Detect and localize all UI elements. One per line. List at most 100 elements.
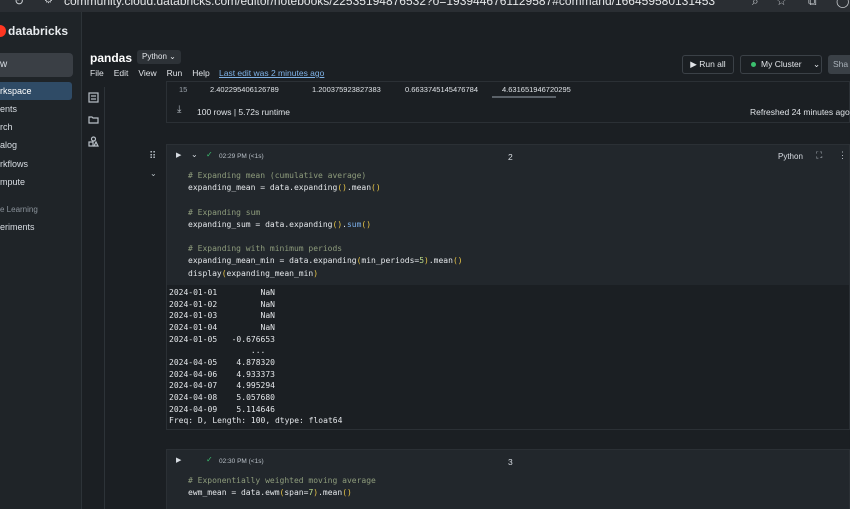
code-token: (): [337, 183, 347, 193]
code-token: (): [371, 183, 381, 193]
profile-icon[interactable]: ◯: [836, 0, 849, 8]
code-line: expanding_mean = data.expanding().mean(): [188, 182, 849, 194]
output-line: 2024-04-09 5.114646: [169, 404, 275, 414]
collapse-chevron-icon[interactable]: ⌄: [150, 169, 157, 178]
output-line: 2024-01-03 NaN: [169, 311, 275, 321]
rows-info: 100 rows | 5.72s runtime: [197, 107, 290, 117]
cell-language-label[interactable]: Python: [778, 152, 803, 161]
output-line: 2024-04-08 5.057680: [169, 392, 275, 402]
code-editor[interactable]: # Expanding mean (cumulative average) exp…: [167, 167, 849, 281]
sidebar-item-catalog[interactable]: alog: [0, 136, 72, 154]
code-token: (): [452, 256, 463, 266]
run-options-chevron-icon[interactable]: ⌄: [191, 150, 198, 159]
sidebar-item-workflows[interactable]: rkflows: [0, 155, 72, 173]
code-token: min_periods=: [361, 256, 420, 266]
output-line: 2024-04-07 4.995294: [169, 381, 275, 391]
run-all-label: Run all: [699, 59, 726, 69]
databricks-logo[interactable]: databricks: [0, 22, 68, 40]
share-button[interactable]: Sha: [828, 55, 850, 74]
code-token: span=: [284, 488, 309, 498]
folder-icon[interactable]: [88, 114, 99, 125]
cell-run-time: 02:29 PM (<1s): [219, 153, 264, 160]
code-token: (): [342, 488, 352, 498]
code-editor[interactable]: # Exponentially weighted moving average e…: [167, 472, 849, 509]
menu-run[interactable]: Run: [167, 68, 183, 78]
sidebar-item-workspace[interactable]: rkspace: [0, 82, 72, 100]
more-options-icon[interactable]: ⋮: [838, 150, 847, 161]
language-selector[interactable]: Python ⌄: [137, 50, 181, 64]
run-all-button[interactable]: ▶ Run all: [682, 55, 734, 74]
sidebar-item-recents[interactable]: ents: [0, 100, 72, 118]
extensions-icon[interactable]: ⧉: [808, 0, 817, 9]
code-token: expanding_mean_min: [226, 268, 314, 278]
reload-icon[interactable]: ↻: [14, 0, 24, 8]
code-cell-2[interactable]: ▶ ⌄ ✓ 02:29 PM (<1s) 2 Python ⛶ ⋮ # Expa…: [166, 144, 850, 430]
search-icon[interactable]: ⌕: [752, 0, 759, 9]
notebook-area: 15 2.402295406126789 1.200375923827383 0…: [106, 81, 850, 509]
menu-view[interactable]: View: [138, 68, 156, 78]
code-token: sum: [346, 219, 362, 229]
run-cell-icon[interactable]: ▶: [176, 456, 181, 464]
expand-icon[interactable]: ⛶: [816, 150, 822, 161]
output-line: Freq: D, Length: 100, dtype: float64: [169, 416, 343, 426]
play-icon: ▶: [690, 59, 697, 69]
notebook-side-rail: [82, 87, 105, 509]
success-check-icon: ✓: [206, 150, 213, 159]
cell-toolbar: ▶ ✓ 02:30 PM (<1s) 3: [167, 450, 849, 472]
menu-file[interactable]: File: [90, 68, 104, 78]
code-token: # Exponentially weighted moving average: [188, 476, 376, 485]
notebook-menu: File Edit View Run Help: [90, 68, 210, 78]
language-label: Python: [142, 52, 167, 61]
site-settings-icon[interactable]: ⚙: [44, 0, 53, 6]
menu-edit[interactable]: Edit: [114, 68, 129, 78]
download-icon[interactable]: ⤓: [177, 104, 181, 115]
code-line: # Exponentially weighted moving average: [188, 475, 849, 487]
code-token: display: [188, 268, 222, 278]
horizontal-scrollbar[interactable]: [492, 96, 556, 98]
output-line: 2024-04-05 4.878320: [169, 357, 275, 367]
address-bar[interactable]: community.cloud.databricks.com/editor/no…: [64, 0, 715, 8]
code-token: # Expanding with minimum periods: [188, 244, 343, 254]
code-line: # Expanding sum: [188, 207, 849, 219]
code-token: expanding_sum = data.expanding: [188, 219, 333, 229]
databricks-logo-mark: [0, 25, 6, 37]
sidebar-item-experiments[interactable]: eriments: [0, 218, 72, 236]
code-token: # Expanding mean (cumulative average): [188, 171, 367, 180]
cell-toolbar: ▶ ⌄ ✓ 02:29 PM (<1s) 2 Python ⛶ ⋮: [167, 145, 849, 167]
code-token: # Expanding sum: [188, 207, 261, 217]
bookmark-star-icon[interactable]: ☆: [776, 0, 787, 8]
cell-run-time: 02:30 PM (<1s): [219, 458, 264, 465]
run-cell-icon[interactable]: ▶: [176, 151, 181, 159]
table-cell: 1.200375923827383: [312, 85, 381, 94]
output-line: 2024-01-04 NaN: [169, 322, 275, 332]
table-of-contents-icon[interactable]: [88, 92, 99, 103]
sidebar-item-compute[interactable]: mpute: [0, 173, 72, 191]
chevron-down-icon: ⌄: [813, 59, 821, 69]
sidebar-section-machine-learning: e Learning: [0, 205, 38, 214]
code-token: .mean: [428, 256, 453, 266]
code-line: display(expanding_mean_min): [188, 268, 849, 280]
table-cell: 2.402295406126789: [210, 85, 279, 94]
previous-cell-output: 15 2.402295406126789 1.200375923827383 0…: [166, 81, 850, 123]
drag-handle-icon[interactable]: ⠿: [149, 151, 156, 162]
code-line: expanding_mean_min = data.expanding(min_…: [188, 255, 849, 267]
success-check-icon: ✓: [206, 455, 213, 464]
shapes-icon[interactable]: [88, 136, 99, 147]
browser-bar: ↻ ⚙ community.cloud.databricks.com/edito…: [0, 0, 850, 12]
code-line: ewm_mean = data.ewm(span=7).mean(): [188, 487, 849, 499]
last-edit-link[interactable]: Last edit was 2 minutes ago: [219, 68, 324, 78]
cluster-selector[interactable]: My Cluster ⌄: [740, 55, 822, 74]
cell-output: 2024-01-01 NaN 2024-01-02 NaN 2024-01-03 N…: [167, 285, 849, 429]
sidebar-item-search[interactable]: rch: [0, 118, 72, 136]
code-line: expanding_sum = data.expanding().sum(): [188, 219, 849, 231]
code-token: .mean: [346, 183, 372, 193]
new-button[interactable]: w: [0, 53, 73, 77]
code-cell-3[interactable]: ▶ ✓ 02:30 PM (<1s) 3 # Exponentially wei…: [166, 449, 850, 509]
output-line: 2024-01-01 NaN: [169, 288, 275, 297]
code-token: expanding_mean = data.expanding: [188, 183, 338, 193]
row-index: 15: [179, 85, 188, 94]
menu-help[interactable]: Help: [192, 68, 209, 78]
table-cell: 4.631651946720295: [502, 85, 571, 94]
notebook-title[interactable]: pandas: [90, 51, 132, 65]
